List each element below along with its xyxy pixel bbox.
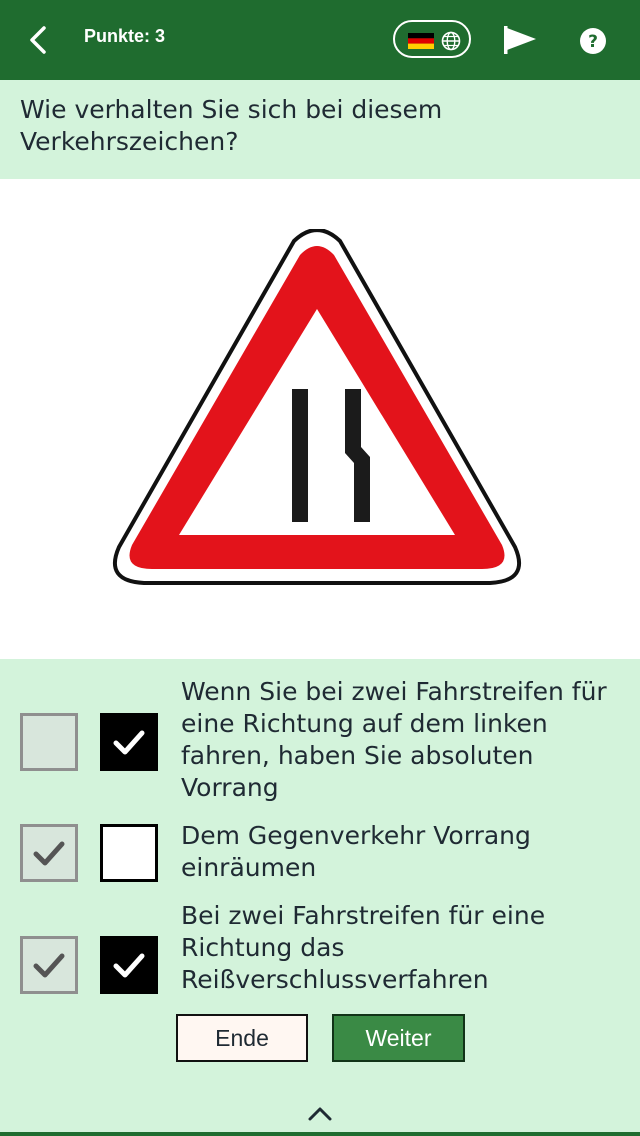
end-button[interactable]: Ende <box>176 1014 308 1062</box>
checkmark-icon <box>113 953 145 978</box>
germany-flag-icon <box>408 33 434 49</box>
flag-icon <box>504 26 536 54</box>
correct-answer-box-3 <box>100 936 158 994</box>
checkmark-icon <box>33 953 65 978</box>
report-button[interactable] <box>500 24 540 56</box>
svg-text:?: ? <box>588 32 598 52</box>
user-answer-checkbox-1[interactable] <box>20 713 78 771</box>
chevron-up-icon[interactable] <box>306 1104 334 1122</box>
answer-text-2: Dem Gegenverkehr Vorrang einräumen <box>181 821 531 882</box>
question-text: Wie verhalten Sie sich bei diesem Verkeh… <box>20 95 443 156</box>
top-bar: Punkte: 3 ? <box>0 0 640 80</box>
next-button[interactable]: Weiter <box>332 1014 465 1062</box>
user-answer-checkbox-2[interactable] <box>20 824 78 882</box>
answer-text-1: Wenn Sie bei zwei Fahrstreifen für eine … <box>181 677 607 802</box>
checkmark-icon <box>33 841 65 866</box>
user-answer-checkbox-3[interactable] <box>20 936 78 994</box>
help-button[interactable]: ? <box>579 27 607 55</box>
answer-text-3: Bei zwei Fahrstreifen für eine Richtung … <box>181 901 546 994</box>
answers-list: Wenn Sie bei zwei Fahrstreifen für eine … <box>0 659 640 999</box>
checkmark-icon <box>113 730 145 755</box>
score-label: Punkte: 3 <box>84 26 166 46</box>
road-narrows-right-warning-sign <box>113 229 521 585</box>
globe-icon <box>441 31 461 51</box>
correct-answer-box-2 <box>100 824 158 882</box>
back-button[interactable] <box>22 22 58 58</box>
chevron-left-icon <box>30 26 46 54</box>
language-selector[interactable] <box>393 20 471 58</box>
bottom-divider <box>0 1132 640 1136</box>
question-mark-icon: ? <box>580 28 606 54</box>
correct-answer-box-1 <box>100 713 158 771</box>
